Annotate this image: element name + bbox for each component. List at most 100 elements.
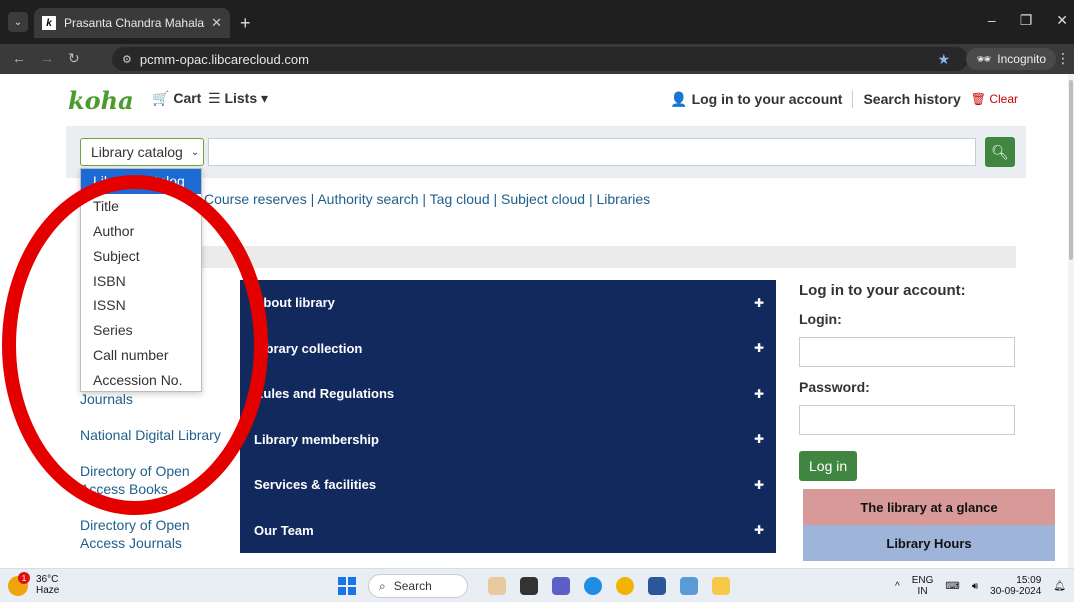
accordion-item[interactable]: Rules and Regulations ✚ <box>240 371 776 417</box>
plus-icon: ✚ <box>753 523 764 538</box>
dropdown-option[interactable]: Author <box>81 219 201 244</box>
list-icon: ☰ <box>208 90 221 106</box>
site-info-icon[interactable]: ⚙ <box>122 53 132 66</box>
accordion-item[interactable]: Services & facilities ✚ <box>240 462 776 508</box>
password-field[interactable] <box>799 405 1015 435</box>
login-link-label: Log in to your account <box>691 90 843 107</box>
forward-icon[interactable]: → <box>40 50 54 66</box>
dropdown-option[interactable]: Accession No. <box>81 367 201 392</box>
new-tab-icon[interactable]: + <box>240 13 251 34</box>
info-accordion: About library ✚ Library collection ✚ Rules… <box>240 280 776 553</box>
user-icon: 👤 <box>670 90 688 107</box>
web-page: koha 🛒 Cart ☰ Lists ▾ 👤 Log in to your a… <box>0 74 1074 568</box>
login-field[interactable] <box>799 337 1015 367</box>
word-icon[interactable] <box>648 577 666 595</box>
dropdown-option[interactable]: Subject <box>81 243 201 268</box>
edge-icon[interactable] <box>584 577 602 595</box>
file-explorer-icon[interactable] <box>712 577 730 595</box>
search-type-select[interactable]: Library catalog ⌄ <box>80 138 204 166</box>
back-icon[interactable]: ← <box>12 50 26 66</box>
taskbar-search[interactable]: ⌕ Search <box>368 574 468 598</box>
restore-icon[interactable]: ❐ <box>1020 12 1033 29</box>
copilot-icon[interactable] <box>488 577 506 595</box>
task-view-icon[interactable] <box>520 577 538 595</box>
address-bar[interactable]: ⚙ pcmm-opac.libcarecloud.com <box>112 47 968 71</box>
bookmark-star-icon[interactable]: ★ <box>937 51 950 68</box>
divider <box>852 90 854 108</box>
minimize-icon[interactable]: – <box>988 12 996 29</box>
windows-start-icon[interactable] <box>338 577 356 595</box>
tab-search-menu-icon[interactable]: ⌄ <box>8 12 28 32</box>
search-button[interactable]: 🔍︎ <box>985 137 1015 167</box>
meet-icon[interactable] <box>552 577 570 595</box>
tab-title: Prasanta Chandra Mahalanobis <box>64 16 205 30</box>
chrome-icon[interactable] <box>616 577 634 595</box>
reload-icon[interactable]: ↻ <box>68 50 80 67</box>
logo-text: koha <box>68 86 134 115</box>
language-indicator[interactable]: ENG IN <box>912 575 934 597</box>
weather-badge: 1 <box>18 572 30 584</box>
incognito-label: Incognito <box>997 52 1046 66</box>
notification-bell-icon[interactable]: 🔔︎ <box>1053 581 1066 592</box>
dropdown-option[interactable]: ISBN <box>81 268 201 293</box>
taskbar-search-label: Search <box>393 579 432 593</box>
more-menu-icon[interactable]: ⋮ <box>1056 50 1070 67</box>
plus-icon: ✚ <box>753 477 764 492</box>
accordion-label: Services & facilities <box>254 477 377 493</box>
search-icon: ⌕ <box>379 578 386 593</box>
accordion-item[interactable]: Library collection ✚ <box>240 326 776 372</box>
left-link-doaj[interactable]: Directory of Open Access Journals <box>80 516 230 552</box>
browser-tab[interactable]: k Prasanta Chandra Mahalanobis ✕ <box>34 8 230 38</box>
tray-overflow-icon[interactable]: ^ <box>895 581 900 592</box>
close-window-icon[interactable]: ✕ <box>1056 12 1068 29</box>
password-label: Password: <box>799 379 870 395</box>
scroll-thumb[interactable] <box>1069 80 1073 260</box>
dropdown-option[interactable]: Series <box>81 318 201 343</box>
weather-temp: 36°C <box>36 574 59 585</box>
login-button[interactable]: Log in <box>799 451 858 481</box>
magnifier-icon: 🔍︎ <box>991 143 1009 160</box>
left-link-doab[interactable]: Directory of Open Access Books <box>80 462 230 498</box>
accordion-item[interactable]: Library membership ✚ <box>240 417 776 463</box>
select-chevron-icon: ⌄ <box>190 146 200 158</box>
left-link-journals[interactable]: Journals <box>80 390 230 408</box>
clear-label: Clear <box>989 92 1018 106</box>
hours-box[interactable]: Library Hours <box>803 525 1055 561</box>
dropdown-option[interactable]: Call number <box>81 343 201 368</box>
clear-history-link[interactable]: 🗑 Clear <box>971 92 1018 106</box>
system-tray: ^ ENG IN ⌨ 🔊︎ 15:09 30-09-2024 🔔︎ <box>895 575 1066 597</box>
search-type-value: Library catalog <box>91 144 183 160</box>
login-panel: Log in to your account: Login: Password:… <box>799 282 1015 481</box>
accordion-item[interactable]: Our Team ✚ <box>240 508 776 554</box>
tab-close-icon[interactable]: ✕ <box>211 15 222 31</box>
plus-icon: ✚ <box>753 386 764 401</box>
incognito-icon: 🕶 <box>976 52 992 66</box>
address-url: pcmm-opac.libcarecloud.com <box>139 51 309 67</box>
network-icon[interactable]: ⌨ <box>945 581 959 592</box>
dropdown-option[interactable]: Title <box>81 194 201 219</box>
search-input[interactable] <box>208 138 976 166</box>
left-link-ndl[interactable]: National Digital Library <box>80 426 230 444</box>
quick-links[interactable]: Course reserves | Authority search | Tag… <box>204 191 650 207</box>
incognito-badge[interactable]: 🕶 Incognito <box>966 48 1056 70</box>
lists-menu[interactable]: ☰ Lists ▾ <box>208 90 268 107</box>
news-header-bar <box>200 246 1016 268</box>
dropdown-option[interactable]: Library catalog <box>81 169 201 194</box>
search-history-link[interactable]: Search history <box>863 91 960 107</box>
left-links: Journals National Digital Library Direct… <box>80 390 230 568</box>
weather-widget[interactable]: 36°C Haze <box>36 574 59 596</box>
windows-taskbar: 1 36°C Haze ⌕ Search ^ ENG IN ⌨ 🔊︎ 15:09… <box>0 568 1074 602</box>
notepad-icon[interactable] <box>680 577 698 595</box>
weather-desc: Haze <box>36 585 60 596</box>
volume-icon[interactable]: 🔊︎ <box>972 581 978 592</box>
login-link[interactable]: 👤 Log in to your account <box>670 91 842 108</box>
glance-box[interactable]: The library at a glance <box>803 489 1055 525</box>
cart-link[interactable]: 🛒 Cart <box>152 90 201 107</box>
dropdown-option[interactable]: ISSN <box>81 293 201 318</box>
page-scrollbar[interactable] <box>1068 74 1074 568</box>
plus-icon: ✚ <box>753 295 764 310</box>
header-right-links: 👤 Log in to your account Search history … <box>670 90 1018 108</box>
clock[interactable]: 15:09 30-09-2024 <box>990 575 1041 597</box>
koha-logo[interactable]: koha <box>68 86 134 115</box>
accordion-item[interactable]: About library ✚ <box>240 280 776 326</box>
